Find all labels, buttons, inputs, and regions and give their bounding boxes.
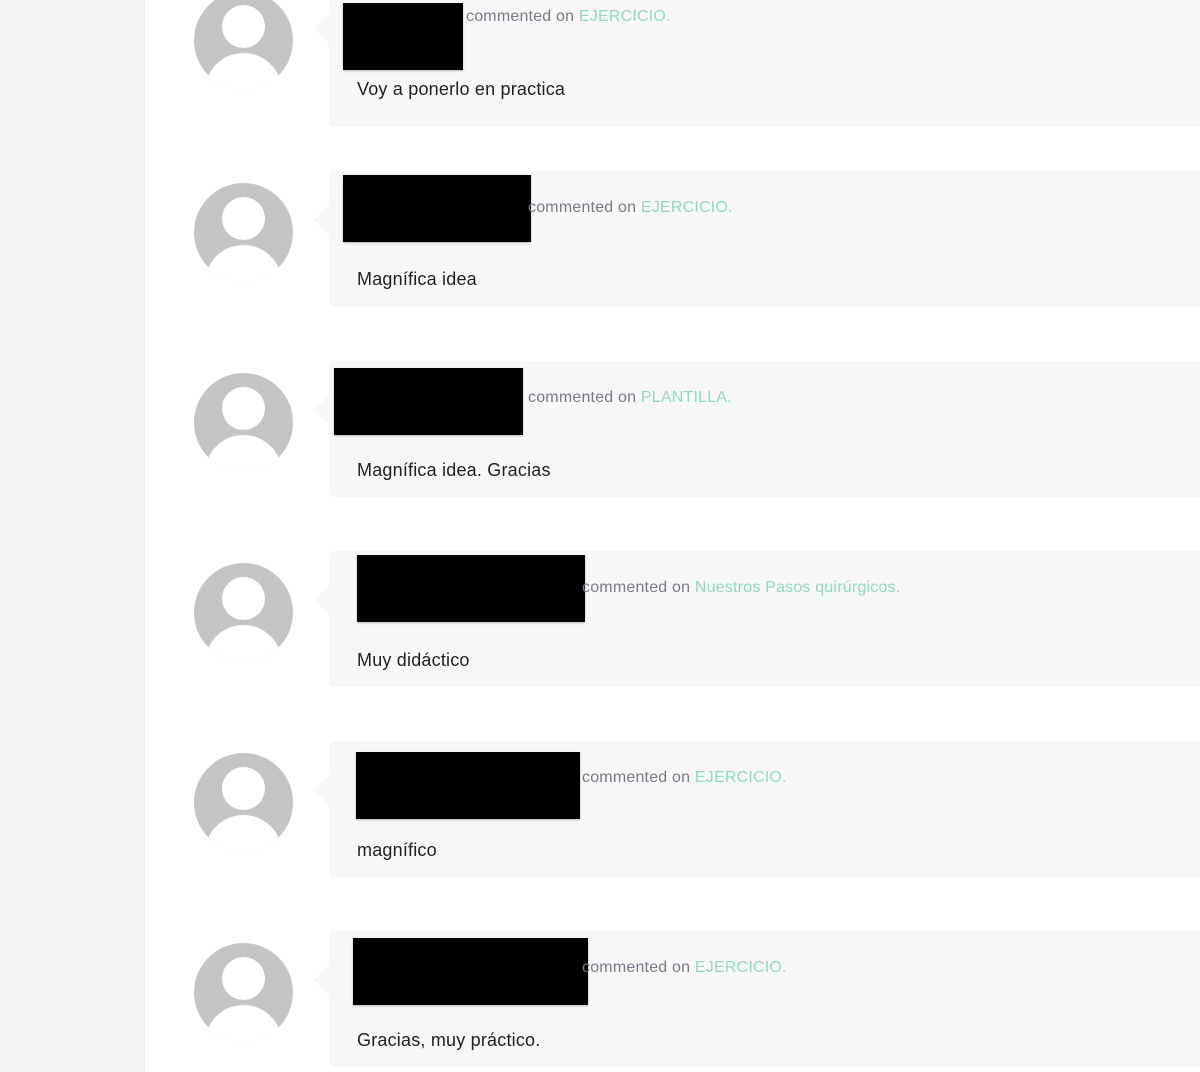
comment-list: commented on EJERCICIO. Voy a ponerlo en…: [146, 0, 1200, 1072]
avatar-body-shape: [205, 625, 282, 662]
comment-text: Gracias, muy práctico.: [357, 1030, 541, 1050]
comment-bubble: commented on EJERCICIO. Voy a ponerlo en…: [329, 0, 1200, 127]
default-avatar-icon[interactable]: [194, 943, 293, 1042]
comment-item: commented on Nuestros Pasos quirúrgicos.…: [146, 551, 1200, 721]
default-avatar-icon[interactable]: [194, 753, 293, 852]
bubble-pointer: [314, 965, 329, 995]
avatar-body-shape: [205, 53, 282, 90]
avatar-body-shape: [205, 245, 282, 282]
bubble-pointer: [314, 205, 329, 235]
commented-on-label: commented on: [582, 579, 695, 596]
page: commented on EJERCICIO. Voy a ponerlo en…: [0, 0, 1200, 1072]
post-title-link[interactable]: EJERCICIO.: [579, 8, 671, 25]
default-avatar-icon[interactable]: [194, 183, 293, 282]
comment-item: commented on EJERCICIO. Voy a ponerlo en…: [146, 0, 1200, 161]
comment-item: commented on PLANTILLA. Magnífica idea. …: [146, 361, 1200, 531]
default-avatar-icon[interactable]: [194, 373, 293, 472]
comment-meta: commented on EJERCICIO.: [528, 199, 733, 217]
post-title-link[interactable]: PLANTILLA.: [641, 389, 732, 406]
post-title-link[interactable]: Nuestros Pasos quirúrgicos.: [695, 579, 901, 596]
avatar-head-shape: [222, 767, 265, 810]
bubble-pointer: [314, 395, 329, 425]
comment-item: commented on EJERCICIO. magnífico: [146, 741, 1200, 911]
redacted-author-name: [356, 752, 580, 819]
comment-meta: commented on EJERCICIO.: [466, 8, 671, 26]
redacted-author-name: [343, 175, 531, 242]
redacted-author-name: [334, 368, 523, 435]
post-title-link[interactable]: EJERCICIO.: [695, 959, 787, 976]
avatar-body-shape: [205, 435, 282, 472]
comment-text: Magnífica idea: [357, 269, 477, 289]
redacted-author-name: [357, 555, 585, 622]
comment-text: magnífico: [357, 840, 437, 860]
redacted-author-name: [353, 938, 588, 1005]
default-avatar-icon[interactable]: [194, 0, 293, 90]
comment-meta: commented on EJERCICIO.: [582, 769, 787, 787]
comment-item: commented on EJERCICIO. Gracias, muy prá…: [146, 931, 1200, 1072]
comment-bubble: commented on Nuestros Pasos quirúrgicos.…: [329, 551, 1200, 687]
comment-text: Magnífica idea. Gracias: [357, 460, 551, 480]
left-sidebar: [0, 0, 145, 1072]
avatar-head-shape: [222, 387, 265, 430]
comment-bubble: commented on EJERCICIO. Magnífica idea: [329, 171, 1200, 307]
commented-on-label: commented on: [528, 199, 641, 216]
commented-on-label: commented on: [528, 389, 641, 406]
comment-meta: commented on Nuestros Pasos quirúrgicos.: [582, 579, 900, 597]
comment-meta: commented on PLANTILLA.: [528, 389, 732, 407]
commented-on-label: commented on: [466, 8, 579, 25]
comment-meta: commented on EJERCICIO.: [582, 959, 787, 977]
post-title-link[interactable]: EJERCICIO.: [641, 199, 733, 216]
comment-text: Voy a ponerlo en practica: [357, 79, 566, 99]
comment-item: commented on EJERCICIO. Magnífica idea: [146, 171, 1200, 341]
post-title-link[interactable]: EJERCICIO.: [695, 769, 787, 786]
comment-bubble: commented on EJERCICIO. Gracias, muy prá…: [329, 931, 1200, 1067]
bubble-pointer: [314, 775, 329, 805]
avatar-body-shape: [205, 1005, 282, 1042]
comment-bubble: commented on PLANTILLA. Magnífica idea. …: [329, 361, 1200, 497]
comment-bubble: commented on EJERCICIO. magnífico: [329, 741, 1200, 877]
bubble-pointer: [314, 585, 329, 615]
avatar-body-shape: [205, 815, 282, 852]
comment-text: Muy didáctico: [357, 650, 470, 670]
avatar-head-shape: [222, 5, 265, 48]
avatar-head-shape: [222, 197, 265, 240]
default-avatar-icon[interactable]: [194, 563, 293, 662]
bubble-pointer: [314, 14, 329, 44]
redacted-author-name: [343, 3, 463, 70]
avatar-head-shape: [222, 957, 265, 1000]
avatar-head-shape: [222, 577, 265, 620]
commented-on-label: commented on: [582, 769, 695, 786]
commented-on-label: commented on: [582, 959, 695, 976]
